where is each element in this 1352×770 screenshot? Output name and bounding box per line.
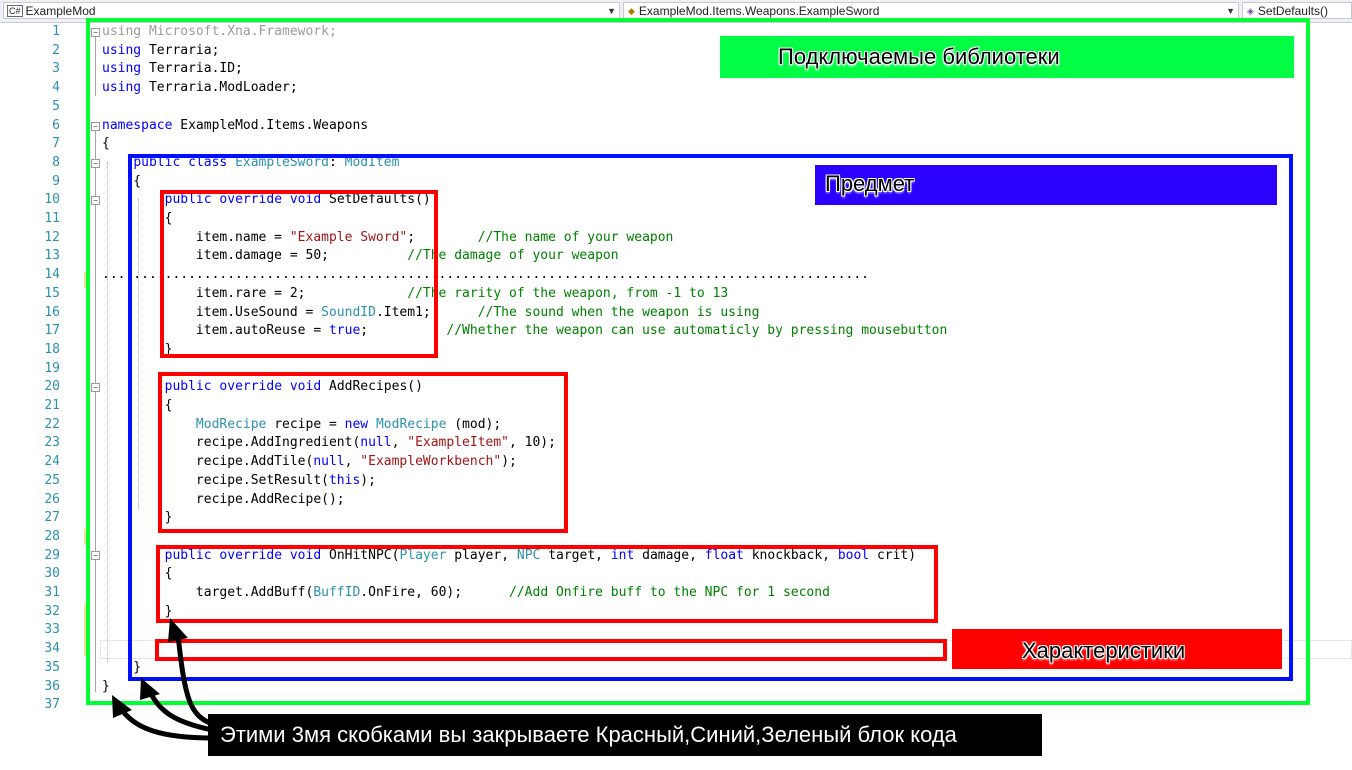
line-number: 23	[44, 435, 60, 451]
chevron-down-icon: ▼	[607, 6, 616, 16]
line-number: 33	[44, 622, 60, 638]
project-name: ExampleMod	[25, 4, 96, 18]
line-number: 19	[44, 360, 60, 376]
method-icon: ◈	[1247, 6, 1254, 16]
line-number: 20	[44, 379, 60, 395]
line-number: 34	[44, 641, 60, 657]
line-number: 35	[44, 659, 60, 675]
line-number: 14	[44, 267, 60, 283]
line-number: 8	[52, 154, 60, 170]
red-block-outline	[155, 639, 947, 661]
line-number: 28	[44, 528, 60, 544]
line-number: 31	[44, 585, 60, 600]
line-number: 7	[52, 136, 60, 152]
line-number: 29	[44, 547, 60, 563]
red-block-outline	[160, 190, 438, 358]
line-number: 32	[44, 603, 60, 619]
red-block-outline	[156, 545, 938, 623]
line-number: 4	[52, 80, 60, 96]
project-dropdown[interactable]: C# ExampleMod ▼	[3, 2, 620, 19]
line-number: 11	[44, 211, 60, 226]
line-number: 27	[44, 510, 60, 526]
line-number: 2	[52, 42, 60, 58]
class-icon: ◆	[628, 6, 635, 16]
line-number: 5	[52, 98, 60, 114]
caption-banner: Этими 3мя скобками вы закрываете Красный…	[208, 714, 1042, 756]
line-number: 25	[44, 472, 60, 488]
line-number: 18	[44, 341, 60, 357]
line-number: 10	[44, 192, 60, 208]
chevron-down-icon: ▼	[1226, 6, 1235, 16]
member-dropdown[interactable]: ◈ SetDefaults()	[1242, 2, 1352, 19]
line-number: 3	[52, 61, 60, 77]
characteristics-label: Характеристики	[952, 629, 1282, 669]
csharp-project-icon: C#	[7, 5, 23, 17]
line-number: 22	[44, 416, 60, 432]
line-number: 15	[44, 285, 60, 301]
line-number: 13	[44, 248, 60, 264]
line-number: 36	[44, 678, 60, 694]
libraries-label: Подключаемые библиотеки	[720, 36, 1294, 78]
line-number: 30	[44, 566, 60, 582]
item-label: Предмет	[815, 165, 1277, 205]
line-number: 9	[52, 173, 60, 189]
member-name: SetDefaults()	[1257, 4, 1328, 18]
line-number: 6	[52, 117, 60, 133]
line-number: 1	[52, 24, 60, 39]
line-number: 37	[44, 697, 60, 713]
line-number: 26	[44, 491, 60, 507]
line-number: 24	[44, 454, 60, 470]
line-number: 12	[44, 229, 60, 245]
line-number: 17	[44, 323, 60, 339]
code-editor[interactable]: 1 2 3 4 5 6 7 8 9 10 11 12 13 14 15 16 17 18 19 20 21 22 23 24 2…	[0, 18, 1352, 770]
red-block-outline	[158, 372, 568, 533]
line-number: 21	[44, 398, 60, 413]
type-dropdown[interactable]: ◆ ExampleMod.Items.Weapons.ExampleSword ▼	[623, 2, 1239, 19]
type-path: ExampleMod.Items.Weapons.ExampleSword	[638, 4, 880, 18]
line-number: 16	[44, 304, 60, 320]
